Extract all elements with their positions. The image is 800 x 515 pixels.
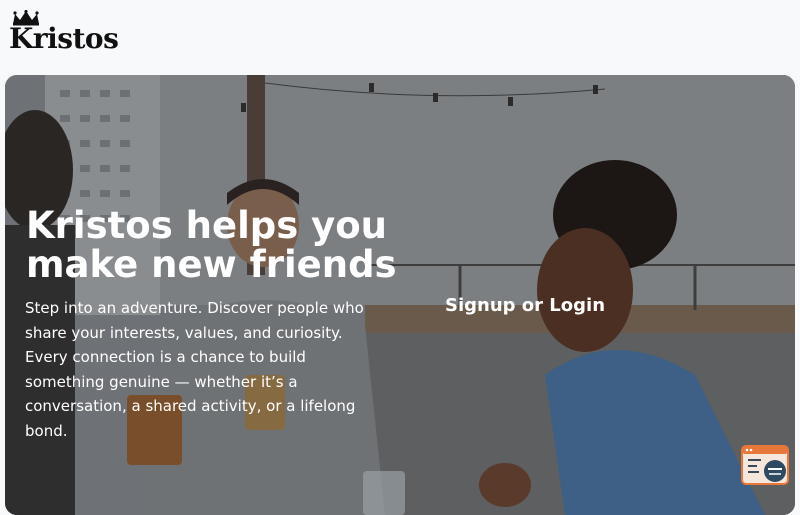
signup-login-link[interactable]: Signup or Login	[445, 295, 605, 316]
brand-name: Kristos	[9, 22, 119, 55]
chat-support-icon	[741, 445, 789, 485]
chat-support-widget[interactable]	[741, 445, 791, 487]
brand-logo[interactable]: Kristos	[9, 10, 119, 58]
hero-description: Step into an adventure. Discover people …	[25, 299, 364, 440]
site-header: Kristos	[0, 0, 800, 75]
hero-background-photo	[5, 75, 795, 515]
hero-section: Kristos helps you make new friends Step …	[5, 75, 795, 515]
hero-title: Kristos helps you make new friends	[26, 204, 397, 286]
